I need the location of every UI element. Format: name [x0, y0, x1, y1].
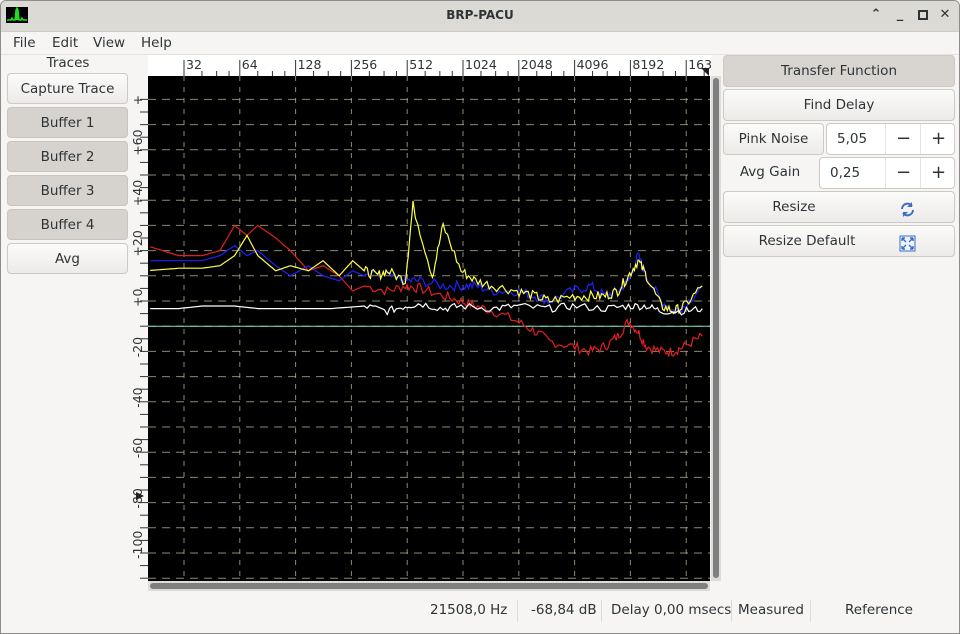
x-tick-label: 4096: [577, 57, 609, 72]
menu-help[interactable]: Help: [141, 35, 172, 51]
x-tick-label: 32: [186, 57, 202, 72]
status-divider: [731, 600, 732, 622]
db-ruler: ++60+40+20+0-20-40-60-80-100: [130, 76, 148, 581]
y-tick-label: +0: [130, 289, 145, 307]
y-tick-label: -20: [130, 337, 145, 357]
x-tick-label: 512: [409, 57, 433, 72]
resize-label: Resize: [772, 199, 816, 215]
maximize-button[interactable]: [914, 6, 932, 24]
title-bar: BRP-PACU ⌃ _ ✕: [1, 1, 959, 32]
spectrum-plot[interactable]: [148, 76, 710, 581]
refresh-icon: [899, 199, 916, 217]
x-tick-label: 128: [298, 57, 322, 72]
avg-gain-increment-button[interactable]: +: [920, 158, 956, 188]
resize-default-button[interactable]: Resize Default: [723, 225, 955, 257]
avg-gain-value[interactable]: 0,25: [830, 158, 860, 189]
y-tick-label: -40: [130, 387, 145, 407]
y-tick-label: -60: [130, 438, 145, 458]
window-title: BRP-PACU: [446, 8, 514, 22]
x-tick-label: 1024: [465, 57, 497, 72]
y-tick-label: +60: [130, 129, 145, 155]
x-tick-label: 2048: [521, 57, 553, 72]
find-delay-button[interactable]: Find Delay: [723, 89, 955, 121]
status-measured: Measured: [738, 602, 804, 618]
menu-view[interactable]: View: [93, 35, 125, 51]
x-tick-label: 256: [353, 57, 377, 72]
menu-file[interactable]: File: [13, 35, 36, 51]
minimize-button[interactable]: _: [891, 6, 909, 24]
pink-noise-spinbox[interactable]: 5,05 − +: [826, 123, 955, 155]
y-tick-label: +40: [130, 180, 145, 206]
avg-gain-decrement-button[interactable]: −: [885, 158, 921, 188]
buffer-1-button[interactable]: Buffer 1: [7, 107, 128, 138]
frequency-ruler: 32 64 128 256 512 1024 2048 4096 8192 163: [148, 55, 711, 76]
y-tick-label: +: [130, 95, 145, 105]
ruler-marker-icon: [701, 68, 709, 76]
status-frequency: 21508,0 Hz: [430, 602, 508, 618]
status-reference: Reference: [845, 602, 913, 618]
vertical-scrollbar[interactable]: [711, 76, 721, 581]
buffer-3-button[interactable]: Buffer 3: [7, 175, 128, 206]
vertical-scroll-thumb[interactable]: [713, 78, 719, 578]
traces-heading: Traces: [46, 55, 90, 71]
menu-bar: File Edit View Help: [1, 32, 959, 54]
close-button[interactable]: ✕: [936, 6, 954, 24]
status-divider: [601, 600, 602, 622]
y-tick-label: +20: [130, 230, 145, 256]
fullscreen-icon: [899, 233, 916, 252]
buffer-4-button[interactable]: Buffer 4: [7, 209, 128, 240]
pink-noise-button[interactable]: Pink Noise: [723, 123, 824, 155]
pink-noise-increment-button[interactable]: +: [920, 124, 956, 154]
horizontal-scrollbar[interactable]: [148, 581, 710, 591]
resize-default-label: Resize Default: [758, 233, 856, 249]
status-bar: 21508,0 Hz -68,84 dB Delay 0,00 msecs Me…: [1, 597, 959, 625]
avg-gain-spinbox[interactable]: 0,25 − +: [819, 157, 955, 189]
transfer-function-button[interactable]: Transfer Function: [723, 55, 955, 87]
status-level: -68,84 dB: [531, 602, 597, 618]
trace-ffff44: [150, 200, 703, 315]
x-tick-label: 64: [242, 57, 258, 72]
status-divider: [517, 600, 518, 622]
y-tick-label: -100: [130, 531, 145, 559]
horizontal-scroll-thumb[interactable]: [150, 583, 708, 589]
x-tick-label: 8192: [632, 57, 664, 72]
app-window: BRP-PACU ⌃ _ ✕ File Edit View Help Trace…: [0, 0, 960, 634]
status-delay: Delay 0,00 msecs: [611, 602, 732, 618]
status-divider: [810, 600, 811, 622]
trace-ffffff: [150, 302, 703, 316]
capture-trace-button[interactable]: Capture Trace: [7, 73, 128, 104]
menu-edit[interactable]: Edit: [52, 35, 78, 51]
avg-gain-label: Avg Gain: [739, 164, 801, 180]
pink-noise-decrement-button[interactable]: −: [885, 124, 921, 154]
resize-button[interactable]: Resize: [723, 191, 955, 223]
buffer-2-button[interactable]: Buffer 2: [7, 141, 128, 172]
collapse-button[interactable]: ⌃: [867, 6, 885, 24]
pink-noise-value[interactable]: 5,05: [837, 124, 867, 155]
avg-button[interactable]: Avg: [7, 243, 128, 274]
